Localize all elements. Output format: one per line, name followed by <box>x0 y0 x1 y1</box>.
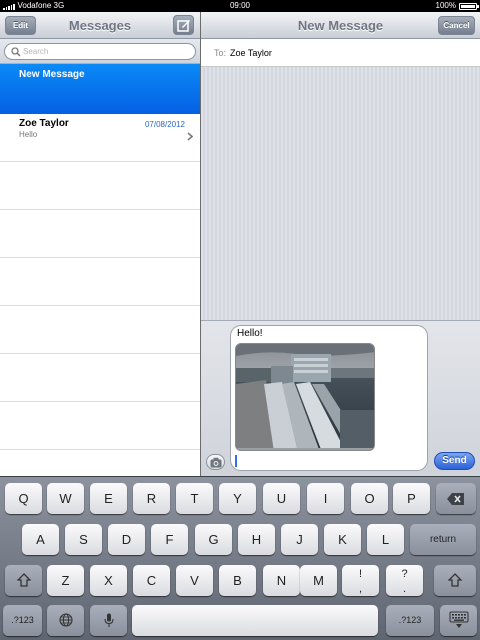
empty-row <box>0 162 200 210</box>
key-period-bottom: . <box>402 583 407 595</box>
key-u[interactable]: U <box>263 483 300 514</box>
key-exclaim-top: ! <box>358 568 363 580</box>
key-k[interactable]: K <box>324 524 361 555</box>
sidebar-title: Messages <box>68 18 132 33</box>
key-question-period[interactable]: ? . <box>386 565 423 596</box>
key-v[interactable]: V <box>176 565 213 596</box>
globe-icon <box>58 613 73 627</box>
battery-fill <box>461 4 475 8</box>
empty-row <box>0 354 200 402</box>
key-r[interactable]: R <box>133 483 170 514</box>
numbers-key-right[interactable]: .?123 <box>386 605 434 636</box>
key-g[interactable]: G <box>195 524 232 555</box>
key-comma-bottom: , <box>358 583 363 595</box>
compose-pane: New Message Cancel To:Zoe Taylor Hello! <box>201 12 480 476</box>
microphone-icon <box>103 613 114 627</box>
keyboard-dismiss-icon <box>448 611 469 628</box>
messages-sidebar: Edit Messages New Message Zoe Taylor Hel… <box>0 12 200 476</box>
text-cursor <box>235 455 237 467</box>
battery-percent: 100% <box>435 1 456 10</box>
compose-button[interactable] <box>173 15 194 35</box>
empty-row <box>0 402 200 450</box>
search-input[interactable] <box>23 45 183 58</box>
status-bar: Vodafone 3G 09:00 100% <box>0 0 480 12</box>
empty-row <box>0 450 200 476</box>
search-icon <box>11 47 21 57</box>
key-s[interactable]: S <box>65 524 102 555</box>
cancel-button[interactable]: Cancel <box>438 16 475 35</box>
send-button[interactable]: Send <box>434 452 475 470</box>
empty-row <box>0 210 200 258</box>
key-i[interactable]: I <box>307 483 344 514</box>
compose-navbar: New Message Cancel <box>201 12 480 39</box>
search-bar <box>0 39 200 64</box>
conversation-row[interactable]: Zoe Taylor Hello 07/08/2012 <box>0 114 200 162</box>
attached-photo[interactable] <box>235 343 375 451</box>
dictation-key[interactable] <box>90 605 127 636</box>
keyboard: Q W E R T Y U I O P A S D F G H J K L re… <box>0 476 480 640</box>
globe-key[interactable] <box>47 605 84 636</box>
key-b[interactable]: B <box>219 565 256 596</box>
key-y[interactable]: Y <box>219 483 256 514</box>
sidebar-navbar: Edit Messages <box>0 12 200 39</box>
key-f[interactable]: F <box>151 524 188 555</box>
backspace-icon <box>447 493 464 505</box>
key-d[interactable]: D <box>108 524 145 555</box>
keyboard-dismiss-key[interactable] <box>440 605 477 636</box>
to-label: To: <box>214 48 227 58</box>
status-time: 09:00 <box>229 1 251 10</box>
message-input[interactable]: Hello! <box>230 325 428 471</box>
key-n[interactable]: N <box>263 565 300 596</box>
camera-icon <box>210 457 222 468</box>
search-field[interactable] <box>4 43 196 60</box>
marina-photo <box>236 344 374 450</box>
battery-status: 100% <box>435 0 479 12</box>
conversation-date: 07/08/2012 <box>144 120 185 129</box>
compose-bar: Hello! Send <box>201 320 480 476</box>
key-e[interactable]: E <box>90 483 127 514</box>
empty-row <box>0 258 200 306</box>
chevron-right-icon <box>187 132 193 141</box>
compose-icon <box>177 20 190 32</box>
shift-key-left[interactable] <box>5 565 42 596</box>
key-question-top: ? <box>401 568 408 580</box>
shift-key-right[interactable] <box>434 565 476 596</box>
key-j[interactable]: J <box>281 524 318 555</box>
new-message-row[interactable]: New Message <box>0 64 200 114</box>
key-a[interactable]: A <box>22 524 59 555</box>
empty-row <box>0 306 200 354</box>
key-p[interactable]: P <box>393 483 430 514</box>
shift-icon <box>16 573 31 587</box>
key-l[interactable]: L <box>367 524 404 555</box>
space-key[interactable] <box>132 605 378 636</box>
key-m[interactable]: M <box>300 565 337 596</box>
key-o[interactable]: O <box>351 483 388 514</box>
key-w[interactable]: W <box>47 483 84 514</box>
conversation-preview: Hello <box>19 130 38 139</box>
key-x[interactable]: X <box>90 565 127 596</box>
recipient-value: Zoe Taylor <box>230 48 272 58</box>
key-c[interactable]: C <box>133 565 170 596</box>
battery-icon <box>459 2 479 10</box>
key-q[interactable]: Q <box>5 483 42 514</box>
key-exclaim-comma[interactable]: ! , <box>342 565 379 596</box>
backspace-key[interactable] <box>436 483 476 514</box>
camera-button[interactable] <box>206 454 225 470</box>
key-h[interactable]: H <box>238 524 275 555</box>
key-t[interactable]: T <box>176 483 213 514</box>
numbers-key-left[interactable]: .?123 <box>3 605 42 636</box>
return-key[interactable]: return <box>410 524 476 555</box>
message-text: Hello! <box>237 328 263 339</box>
recipient-field[interactable]: To: Zoe Taylor <box>201 39 480 67</box>
key-z[interactable]: Z <box>47 565 84 596</box>
shift-icon <box>448 573 462 587</box>
